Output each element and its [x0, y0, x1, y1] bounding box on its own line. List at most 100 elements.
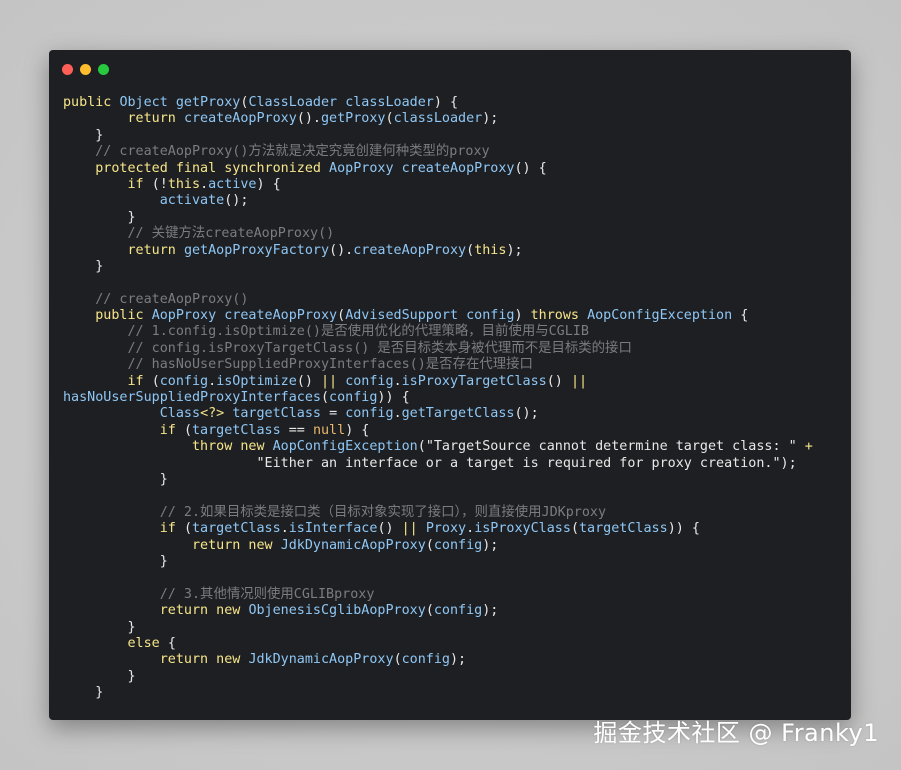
code-token: ( — [466, 242, 475, 258]
code-token: throw new — [192, 439, 273, 455]
code-token: if — [159, 521, 184, 537]
code-token: ); — [450, 652, 467, 668]
code-line: } — [63, 554, 813, 570]
code-line: return new JdkDynamicAopProxy(config); — [63, 538, 813, 554]
code-token: ) { — [256, 176, 281, 192]
code-token: () { — [514, 160, 547, 176]
code-token: (! — [151, 176, 168, 192]
code-line: // 1.config.isOptimize()是否使用优化的代理策略，目前使用… — [63, 324, 813, 340]
code-token: targetClass — [232, 406, 330, 422]
code-token: JdkDynamicAopProxy — [248, 652, 394, 668]
code-token: )) { — [667, 521, 700, 537]
code-token: config — [466, 308, 515, 324]
code-token: ObjenesisCglibAopProxy — [248, 603, 426, 619]
code-token: if — [127, 176, 152, 192]
code-line: // 2.如果目标类是接口类（目标对象实现了接口），则直接使用JDKproxy — [63, 505, 813, 521]
minimize-dot-icon[interactable] — [80, 64, 91, 75]
code-line: } — [63, 472, 813, 488]
code-token: (). — [296, 111, 321, 127]
code-token: activate — [159, 193, 225, 209]
code-token: ClassLoader — [248, 95, 346, 110]
code-line: if (config.isOptimize() || config.isProx… — [63, 374, 813, 390]
code-token: throws — [530, 308, 588, 324]
code-token: <?> — [200, 406, 233, 422]
code-token: . — [200, 176, 209, 192]
code-line: hasNoUserSuppliedProxyInterfaces(config)… — [63, 390, 813, 406]
code-token: . — [393, 373, 402, 389]
code-token: () — [296, 373, 321, 389]
code-token: protected final synchronized — [95, 160, 330, 176]
code-token: config — [159, 373, 209, 389]
code-block: public Object getProxy(ClassLoader class… — [63, 95, 813, 701]
code-token: ( — [570, 521, 579, 537]
code-token: (). — [329, 242, 354, 258]
code-token: return — [127, 242, 184, 258]
code-token: ( — [183, 422, 192, 438]
code-token: ( — [183, 521, 192, 537]
code-token: // 1.config.isOptimize()是否使用优化的代理策略，目前使用… — [63, 324, 589, 340]
code-line: else { — [63, 636, 813, 652]
code-line: "Either an interface or a target is requ… — [63, 456, 813, 472]
code-line: return new ObjenesisCglibAopProxy(config… — [63, 603, 813, 619]
code-line: protected final synchronized AopProxy cr… — [63, 161, 813, 177]
code-line: } — [63, 210, 813, 226]
code-token: . — [393, 406, 402, 422]
code-token: } — [63, 127, 104, 143]
code-token: // 3.其他情况则使用CGLIBproxy — [63, 586, 375, 602]
code-line: } — [63, 259, 813, 275]
code-token: public — [63, 95, 120, 110]
code-token: } — [63, 619, 136, 635]
code-token: Object — [119, 95, 176, 110]
window-controls — [62, 64, 109, 75]
code-line: return new JdkDynamicAopProxy(config); — [63, 652, 813, 668]
code-token: ); — [482, 603, 499, 619]
code-token: . — [280, 521, 289, 537]
code-line: return createAopProxy().getProxy(classLo… — [63, 111, 813, 127]
code-token: null — [312, 422, 346, 438]
code-token: } — [63, 668, 136, 684]
code-token: () — [377, 521, 402, 537]
code-token: ) — [514, 308, 531, 324]
code-token: classLoader — [345, 95, 434, 110]
code-token: getAopProxyFactory — [183, 242, 330, 258]
code-token: ( — [385, 111, 394, 127]
code-token: // createAopProxy()方法就是决定究竟创建何种类型的proxy — [63, 144, 490, 160]
code-line: if (targetClass == null) { — [63, 423, 813, 439]
code-line: public AopProxy createAopProxy(AdvisedSu… — [63, 308, 813, 324]
code-token: . — [466, 521, 475, 537]
code-token: (); — [514, 406, 539, 422]
code-token: AopConfigException — [272, 439, 418, 455]
close-dot-icon[interactable] — [62, 64, 73, 75]
code-token: targetClass — [579, 521, 668, 537]
code-token: return new — [192, 537, 281, 553]
code-token: } — [63, 685, 104, 701]
code-token: isOptimize — [216, 373, 297, 389]
code-line: // createAopProxy()方法就是决定究竟创建何种类型的proxy — [63, 144, 813, 160]
code-token: } — [63, 471, 168, 487]
code-token: createAopProxy — [401, 160, 515, 176]
code-token: // hasNoUserSuppliedProxyInterfaces()是否存… — [63, 357, 533, 373]
code-token: "Either an interface or a target is requ… — [256, 455, 781, 471]
code-token: ( — [393, 652, 402, 668]
code-token: config — [345, 373, 394, 389]
code-token: ) { — [433, 95, 459, 110]
code-token: || — [321, 373, 346, 389]
code-line: public Object getProxy(ClassLoader class… — [63, 95, 813, 111]
code-token: } — [63, 258, 104, 274]
code-token: Proxy — [425, 521, 467, 537]
maximize-dot-icon[interactable] — [98, 64, 109, 75]
code-token: this — [167, 176, 201, 192]
code-token: ( — [425, 603, 434, 619]
code-token: // 2.如果目标类是接口类（目标对象实现了接口），则直接使用JDKproxy — [63, 504, 607, 520]
code-token: targetClass — [192, 422, 289, 438]
code-token: classLoader — [393, 111, 483, 127]
code-window: public Object getProxy(ClassLoader class… — [49, 50, 851, 720]
